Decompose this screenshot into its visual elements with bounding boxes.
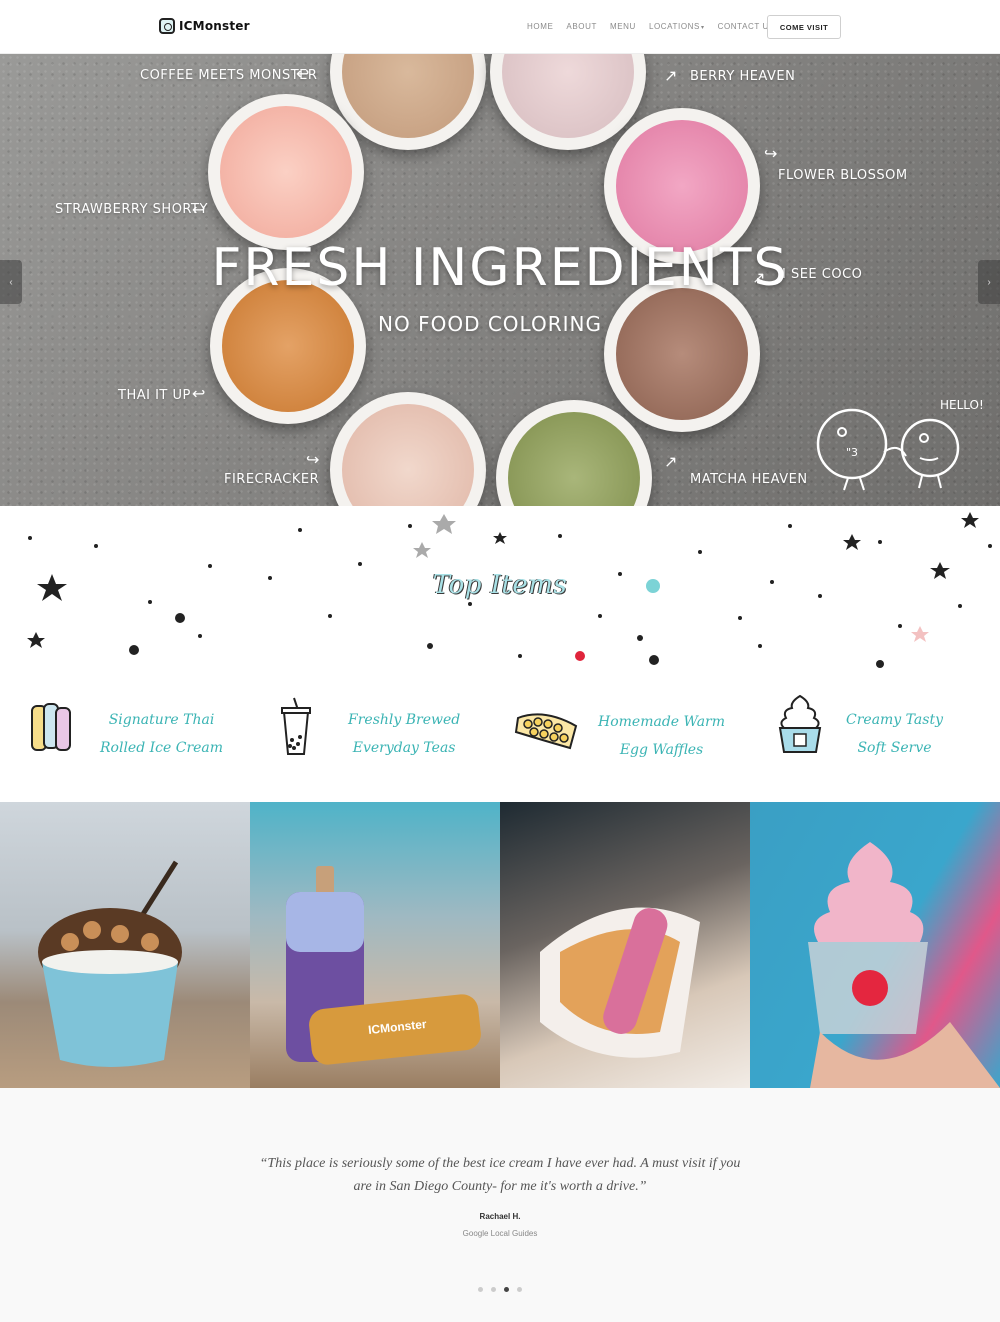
star-icon — [413, 542, 431, 558]
photo-egg-waffle-roll[interactable] — [500, 802, 750, 1088]
feature-text: Signature Thai Rolled Ice Cream — [100, 706, 223, 762]
flavor-label-flower-blossom: FLOWER BLOSSOM — [778, 168, 908, 183]
photo-cookie-ice-cream-cup[interactable] — [0, 802, 250, 1088]
flavor-label-matcha-heaven: MATCHA HEAVEN — [690, 472, 808, 487]
curved-arrow-icon: ↩ — [296, 66, 310, 83]
ice-cream-roll-icon — [31, 703, 71, 751]
egg-waffle-icon — [514, 713, 578, 750]
star-icon — [961, 512, 979, 528]
nav-locations[interactable]: LOCATIONS▾ — [649, 22, 705, 31]
soft-serve-icon — [778, 694, 822, 753]
feature-teas: Freshly Brewed Everyday Teas — [280, 694, 480, 774]
star-icon — [27, 632, 45, 648]
testimonial-pagination — [478, 1287, 522, 1292]
waffle-graphic — [540, 907, 700, 1058]
testimonial-author: Rachael H. — [479, 1212, 521, 1221]
nav-home[interactable]: HOME — [527, 22, 553, 31]
curved-arrow-icon: ↪ — [306, 452, 320, 469]
feature-line-1: Homemade Warm — [598, 714, 726, 730]
photo-tea-bottles[interactable]: ICMonster — [250, 802, 500, 1088]
curved-arrow-icon: ↗ — [664, 454, 678, 471]
hero-subtitle: NO FOOD COLORING — [378, 312, 602, 336]
hero-slider: COFFEE MEETS MONSTER ↩ ↗ BERRY HEAVEN ↪ … — [0, 54, 1000, 506]
bottles-graphic — [286, 866, 481, 1065]
flavor-label-thai-it-up: THAI IT UP — [118, 388, 191, 403]
cup-i-see-coco — [604, 276, 760, 432]
flavor-label-firecracker: FIRECRACKER — [224, 472, 320, 487]
testimonial-author-role: Google Local Guides — [462, 1229, 538, 1238]
star-icon — [432, 514, 456, 534]
pagination-dot[interactable] — [517, 1287, 522, 1292]
feature-rolled-ice-cream: Signature Thai Rolled Ice Cream — [30, 694, 230, 774]
testimonial-quote: “This place is seriously some of the bes… — [259, 1156, 741, 1194]
flavor-label-strawberry-shorty: STRAWBERRY SHORTY — [55, 202, 208, 217]
top-items-banner: Top Items — [0, 506, 1000, 670]
top-items-title: Top Items — [432, 570, 568, 600]
site-header: ICMonster HOME ABOUT MENU LOCATIONS▾ CON… — [0, 0, 1000, 54]
chevron-down-icon: ▾ — [700, 25, 705, 31]
feature-line-1: Freshly Brewed — [348, 712, 461, 728]
star-icon — [493, 532, 507, 544]
slider-next-button[interactable]: › — [978, 260, 1000, 304]
feature-line-2: Egg Waffles — [619, 742, 704, 758]
curved-arrow-icon: ↪ — [764, 146, 778, 163]
pagination-dot[interactable] — [478, 1287, 483, 1292]
main-nav: HOME ABOUT MENU LOCATIONS▾ CONTACT US — [527, 22, 788, 31]
cup-strawberry-shorty — [208, 94, 364, 250]
soft-serve-graphic — [808, 842, 1000, 1088]
photo-soft-serve[interactable] — [750, 802, 1000, 1088]
nav-locations-label: LOCATIONS — [648, 22, 700, 31]
star-icon — [911, 626, 929, 642]
feature-line-1: Signature Thai — [108, 712, 215, 728]
feature-line-2: Soft Serve — [857, 740, 932, 756]
feature-line-1: Creamy Tasty — [846, 712, 943, 728]
boba-tea-icon — [281, 697, 311, 755]
curved-arrow-icon: ↗ — [664, 68, 678, 85]
testimonial-section: “This place is seriously some of the bes… — [0, 1088, 1000, 1322]
feature-text: Freshly Brewed Everyday Teas — [348, 706, 460, 762]
nav-about[interactable]: ABOUT — [566, 22, 597, 31]
star-icon — [843, 534, 861, 550]
features-row: Signature Thai Rolled Ice Cream Freshly … — [0, 670, 1000, 802]
curved-arrow-icon: ↩ — [192, 202, 206, 219]
feature-egg-waffles: Homemade Warm Egg Waffles — [514, 694, 725, 774]
logo[interactable]: ICMonster — [159, 16, 250, 36]
feature-text: Creamy Tasty Soft Serve — [846, 706, 943, 762]
come-visit-button[interactable]: COME VISIT — [767, 15, 841, 39]
svg-text:"3: "3 — [846, 446, 858, 459]
feature-line-2: Rolled Ice Cream — [100, 740, 224, 756]
hero-title: FRESH INGREDIENTS — [211, 238, 789, 298]
monster-doodle-icon: "3 — [816, 408, 960, 491]
feature-soft-serve: Creamy Tasty Soft Serve — [776, 694, 976, 774]
monster-logo-icon — [159, 18, 175, 34]
photo-gallery: ICMonster — [0, 802, 1000, 1088]
curved-arrow-icon: ↩ — [192, 386, 206, 403]
logo-text: ICMonster — [179, 19, 250, 33]
feature-text: Homemade Warm Egg Waffles — [598, 708, 725, 764]
flavor-label-berry-heaven: BERRY HEAVEN — [690, 69, 796, 84]
flavor-label-coffee-meets-monster: COFFEE MEETS MONSTER — [140, 68, 318, 83]
nav-menu[interactable]: MENU — [610, 22, 636, 31]
slider-prev-button[interactable]: ‹ — [0, 260, 22, 304]
ice-cream-cup-graphic — [38, 860, 182, 1067]
pagination-dot[interactable] — [491, 1287, 496, 1292]
feature-line-2: Everyday Teas — [352, 740, 456, 756]
pagination-dot-active[interactable] — [504, 1287, 509, 1292]
